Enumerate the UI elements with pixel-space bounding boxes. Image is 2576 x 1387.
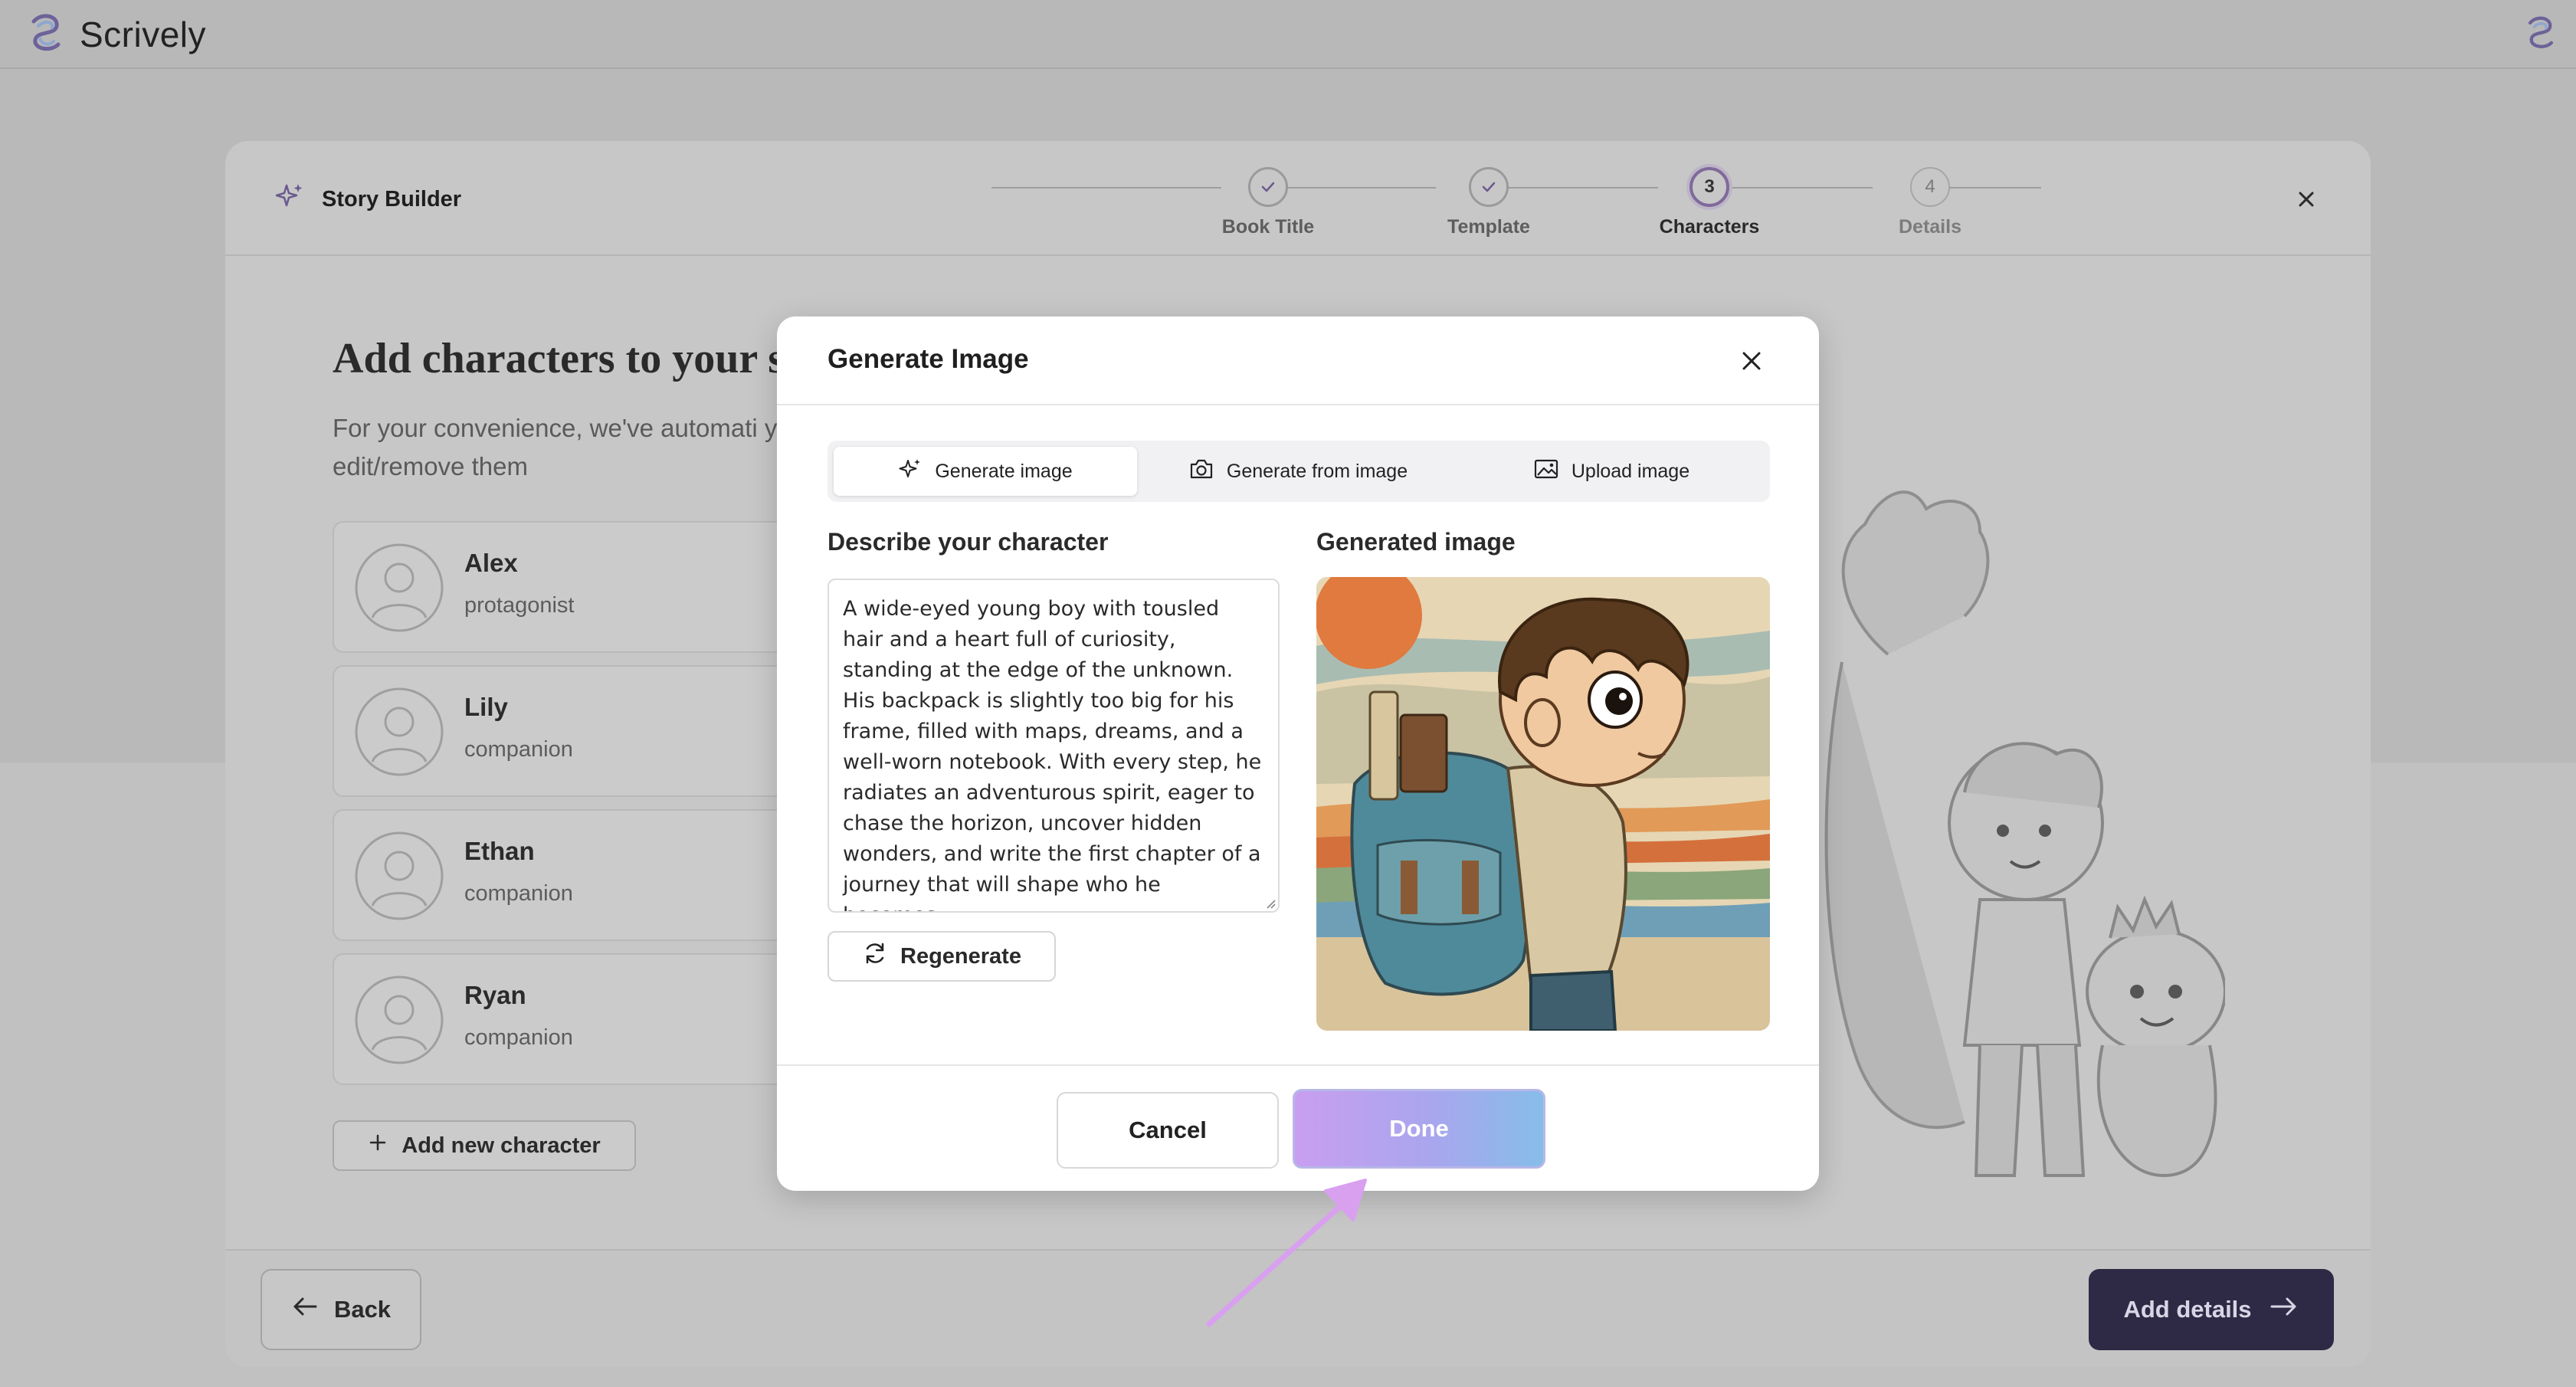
back-button[interactable]: Back bbox=[261, 1269, 421, 1350]
add-character-label: Add new character bbox=[401, 1133, 601, 1158]
plus-icon bbox=[368, 1133, 388, 1159]
characters-illustration bbox=[1824, 490, 2225, 1178]
tab-label: Upload image bbox=[1571, 460, 1690, 482]
regenerate-label: Regenerate bbox=[900, 943, 1021, 969]
sparkle-icon bbox=[274, 181, 305, 218]
brand-name: Scrively bbox=[80, 14, 207, 54]
step-connector bbox=[991, 187, 1221, 189]
tab-label: Generate from image bbox=[1226, 460, 1408, 482]
avatar-placeholder-icon bbox=[355, 543, 444, 632]
close-icon[interactable] bbox=[2289, 182, 2323, 216]
character-role: companion bbox=[464, 1025, 573, 1050]
step-number: 3 bbox=[1689, 167, 1729, 207]
generated-character-image bbox=[1316, 577, 1770, 1031]
character-name: Ryan bbox=[464, 981, 526, 1009]
progress-stepper: Book Title Template 3 Characters 4 Detai… bbox=[930, 167, 2049, 244]
tab-generate-image[interactable]: Generate image bbox=[834, 447, 1137, 496]
add-details-button[interactable]: Add details bbox=[2089, 1269, 2334, 1350]
story-builder-title: Story Builder bbox=[274, 181, 461, 218]
check-icon bbox=[1469, 167, 1509, 207]
character-name: Ethan bbox=[464, 837, 535, 865]
avatar-placeholder-icon bbox=[355, 831, 444, 920]
character-role: companion bbox=[464, 881, 573, 906]
add-character-button[interactable]: Add new character bbox=[333, 1120, 636, 1171]
tab-label: Generate image bbox=[935, 460, 1073, 482]
scrively-logo-icon bbox=[23, 9, 69, 59]
modal-header: Generate Image bbox=[777, 316, 1819, 405]
story-builder-title-text: Story Builder bbox=[322, 186, 462, 211]
tab-generate-from-image[interactable]: Generate from image bbox=[1143, 447, 1453, 496]
app-header: Scrively bbox=[0, 0, 2576, 69]
add-details-label: Add details bbox=[2123, 1296, 2252, 1323]
story-builder-header: Story Builder Book Title Template 3 Char… bbox=[225, 141, 2371, 256]
image-source-tabs: Generate image Generate from image Uploa… bbox=[828, 441, 1770, 502]
tab-upload-image[interactable]: Upload image bbox=[1459, 447, 1764, 496]
step-label: Characters bbox=[1659, 216, 1760, 238]
step-book-title[interactable]: Book Title bbox=[1191, 167, 1345, 238]
character-role: companion bbox=[464, 737, 573, 762]
back-label: Back bbox=[333, 1296, 392, 1323]
step-label: Details bbox=[1899, 216, 1961, 238]
modal-title: Generate Image bbox=[828, 344, 1029, 374]
account-logo-icon[interactable] bbox=[2521, 12, 2561, 56]
step-characters[interactable]: 3 Characters bbox=[1633, 167, 1786, 238]
close-icon[interactable] bbox=[1735, 344, 1768, 378]
step-details[interactable]: 4 Details bbox=[1853, 167, 2007, 238]
character-description-input[interactable]: A wide-eyed young boy with tousled hair … bbox=[828, 579, 1280, 913]
image-icon bbox=[1533, 457, 1559, 486]
page-heading: Add characters to your s bbox=[333, 335, 785, 382]
arrow-right-icon bbox=[2269, 1295, 2299, 1324]
brand[interactable]: Scrively bbox=[23, 9, 206, 59]
step-label: Template bbox=[1447, 216, 1530, 238]
done-button[interactable]: Done bbox=[1293, 1089, 1545, 1169]
camera-icon bbox=[1188, 457, 1214, 486]
cancel-button[interactable]: Cancel bbox=[1057, 1092, 1279, 1169]
avatar-placeholder-icon bbox=[355, 687, 444, 776]
step-label: Book Title bbox=[1221, 216, 1315, 238]
pointer-arrow-icon bbox=[1206, 1179, 1367, 1327]
avatar-placeholder-icon bbox=[355, 975, 444, 1064]
sparkle-icon bbox=[898, 457, 923, 487]
character-role: protagonist bbox=[464, 593, 575, 618]
arrow-left-icon bbox=[291, 1295, 319, 1324]
step-template[interactable]: Template bbox=[1412, 167, 1565, 238]
generated-image-label: Generated image bbox=[1316, 528, 1516, 556]
character-name: Alex bbox=[464, 549, 518, 577]
generate-image-modal: Generate Image Generate image Generate f… bbox=[777, 316, 1819, 1191]
check-icon bbox=[1248, 167, 1288, 207]
refresh-icon bbox=[862, 940, 888, 972]
character-name: Lily bbox=[464, 693, 508, 721]
regenerate-button[interactable]: Regenerate bbox=[828, 931, 1056, 982]
step-number: 4 bbox=[1910, 167, 1950, 207]
resize-handle-icon[interactable] bbox=[1264, 897, 1277, 910]
describe-character-label: Describe your character bbox=[828, 528, 1109, 556]
